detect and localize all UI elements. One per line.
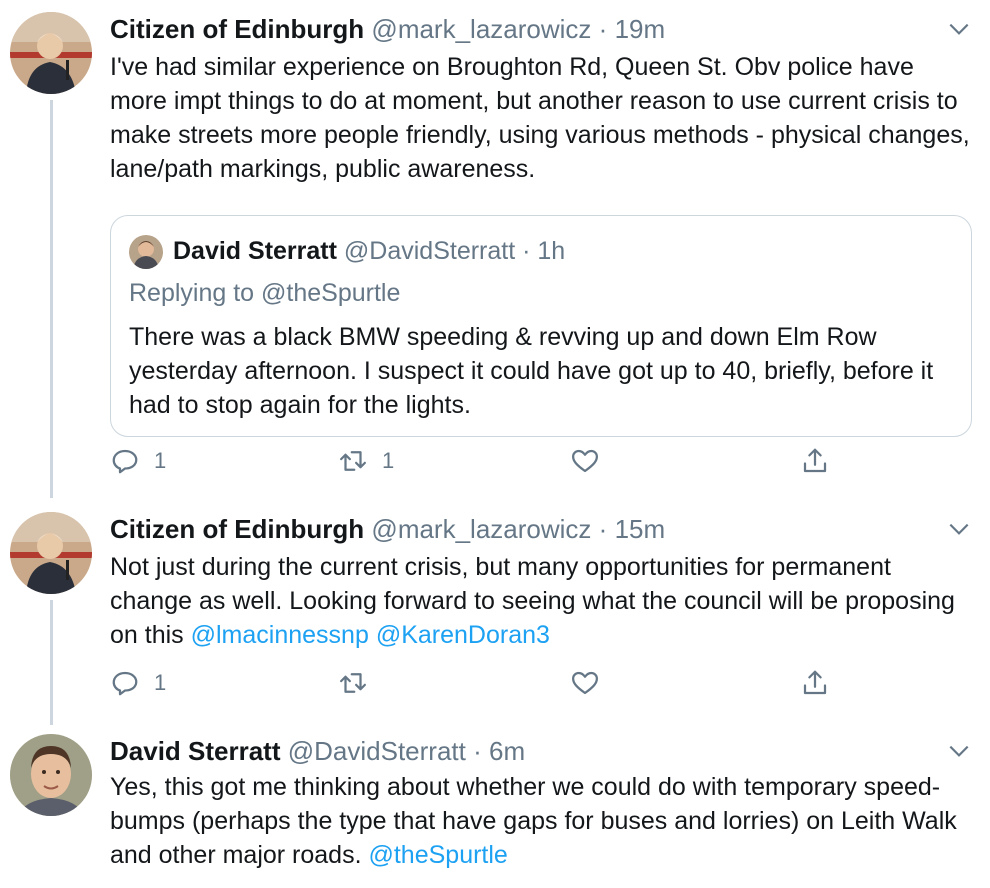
user-handle: @DavidSterratt xyxy=(343,237,516,265)
timestamp[interactable]: 6m xyxy=(489,736,525,766)
share-button[interactable] xyxy=(800,444,830,478)
quoted-tweet-text: There was a black BMW speeding & revving… xyxy=(129,323,934,419)
replying-to: Replying to @theSpurtle xyxy=(129,276,400,310)
like-button[interactable] xyxy=(570,444,600,478)
tweet[interactable]: Citizen of Edinburgh @mark_lazarowicz · … xyxy=(0,512,990,708)
reply-icon xyxy=(112,449,138,474)
like-button[interactable] xyxy=(570,666,600,700)
tweet-header: Citizen of Edinburgh @mark_lazarowicz · … xyxy=(110,512,665,546)
timestamp[interactable]: 15m xyxy=(615,514,666,544)
display-name: David Sterratt xyxy=(173,237,337,265)
share-icon xyxy=(803,448,827,473)
mention-link[interactable]: @theSpurtle xyxy=(368,841,507,869)
avatar xyxy=(129,235,163,269)
tweet[interactable]: Citizen of Edinburgh @mark_lazarowicz · … xyxy=(0,12,990,482)
user-handle[interactable]: @mark_lazarowicz xyxy=(371,14,591,44)
display-name[interactable]: Citizen of Edinburgh xyxy=(110,514,364,544)
quoted-tweet-header: David Sterratt @DavidSterratt · 1h xyxy=(173,234,565,268)
retweet-count: 1 xyxy=(382,448,395,473)
tweet-header: David Sterratt @DavidSterratt · 6m xyxy=(110,734,525,768)
mention-link[interactable]: @lmacinnessnp xyxy=(191,621,369,649)
replying-to-label: Replying to xyxy=(129,279,255,307)
separator-dot: · xyxy=(598,14,608,44)
replying-to-handle: @theSpurtle xyxy=(261,279,401,307)
like-icon xyxy=(572,449,598,473)
tweet-text: Not just during the current crisis, but … xyxy=(110,550,975,652)
display-name[interactable]: David Sterratt xyxy=(110,736,281,766)
chevron-down-icon[interactable] xyxy=(946,516,972,542)
chevron-down-icon[interactable] xyxy=(946,738,972,764)
user-handle[interactable]: @DavidSterratt xyxy=(288,736,466,766)
tweet-text: Yes, this got me thinking about whether … xyxy=(110,770,975,872)
reply-button[interactable]: 1 xyxy=(110,666,166,700)
action-bar: 1 xyxy=(110,666,870,700)
separator-dot: · xyxy=(522,237,531,265)
avatar[interactable] xyxy=(10,734,92,816)
action-bar: 1 1 xyxy=(110,444,870,478)
share-icon xyxy=(803,670,827,695)
retweet-button[interactable] xyxy=(338,666,368,700)
like-icon xyxy=(572,671,598,695)
timestamp[interactable]: 19m xyxy=(615,14,666,44)
timestamp: 1h xyxy=(537,237,566,265)
share-button[interactable] xyxy=(800,666,830,700)
tweet-header: Citizen of Edinburgh @mark_lazarowicz · … xyxy=(110,12,665,46)
user-handle[interactable]: @mark_lazarowicz xyxy=(371,514,591,544)
retweet-icon xyxy=(340,451,366,471)
display-name[interactable]: Citizen of Edinburgh xyxy=(110,14,364,44)
separator-dot: · xyxy=(598,514,608,544)
quoted-tweet[interactable]: David Sterratt @DavidSterratt · 1h Reply… xyxy=(110,215,972,437)
tweet-text-content: Yes, this got me thinking about whether … xyxy=(110,773,957,869)
retweet-button[interactable]: 1 xyxy=(338,444,394,478)
chevron-down-icon[interactable] xyxy=(946,16,972,42)
avatar[interactable] xyxy=(10,512,92,594)
reply-count: 1 xyxy=(154,448,167,473)
reply-count: 1 xyxy=(154,670,167,695)
tweet[interactable]: David Sterratt @DavidSterratt · 6m Yes, … xyxy=(0,734,990,888)
tweet-text: I've had similar experience on Broughton… xyxy=(110,53,970,183)
retweet-icon xyxy=(340,673,366,693)
mention-link[interactable]: @KarenDoran3 xyxy=(376,621,550,649)
separator-dot: · xyxy=(473,736,482,766)
avatar[interactable] xyxy=(10,12,92,94)
reply-button[interactable]: 1 xyxy=(110,444,166,478)
reply-icon xyxy=(112,671,138,696)
